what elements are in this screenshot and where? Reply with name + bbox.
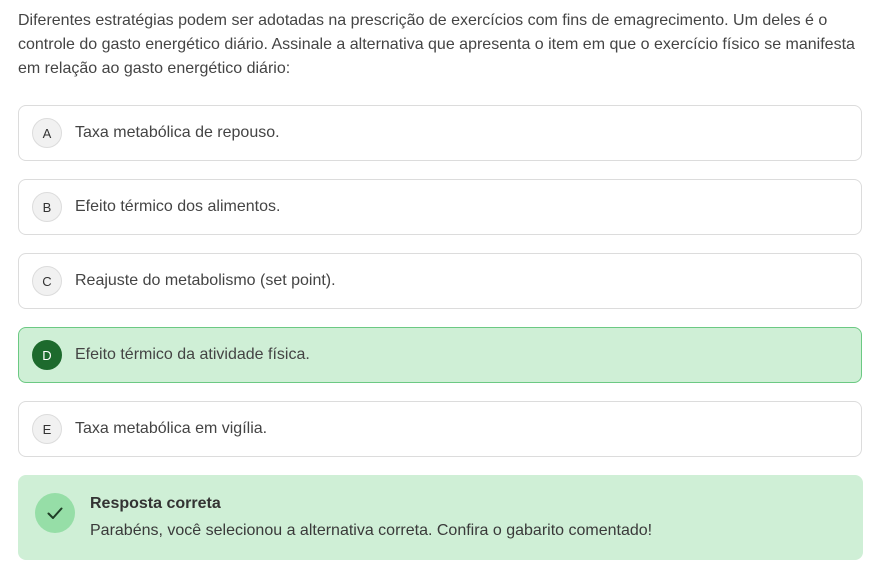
option-letter-b: B xyxy=(32,192,62,222)
option-letter-e: E xyxy=(32,414,62,444)
option-letter-a: A xyxy=(32,118,62,148)
option-text-e: Taxa metabólica em vigília. xyxy=(75,420,268,437)
check-icon xyxy=(35,493,75,533)
feedback-panel: Resposta correta Parabéns, você selecion… xyxy=(18,475,863,560)
option-e[interactable]: E Taxa metabólica em vigília. xyxy=(18,401,862,457)
option-b[interactable]: B Efeito térmico dos alimentos. xyxy=(18,179,862,235)
option-text-d: Efeito térmico da atividade física. xyxy=(75,346,310,363)
option-letter-c: C xyxy=(32,266,62,296)
option-letter-d: D xyxy=(32,340,62,370)
option-c[interactable]: C Reajuste do metabolismo (set point). xyxy=(18,253,862,309)
option-a[interactable]: A Taxa metabólica de repouso. xyxy=(18,105,862,161)
feedback-title: Resposta correta xyxy=(90,495,221,512)
option-text-a: Taxa metabólica de repouso. xyxy=(75,124,280,141)
feedback-message: Parabéns, você selecionou a alternativa … xyxy=(90,522,653,539)
option-text-b: Efeito térmico dos alimentos. xyxy=(75,198,281,215)
question-text: Diferentes estratégias podem ser adotada… xyxy=(18,12,855,77)
option-text-c: Reajuste do metabolismo (set point). xyxy=(75,272,336,289)
option-d[interactable]: D Efeito térmico da atividade física. xyxy=(18,327,862,383)
